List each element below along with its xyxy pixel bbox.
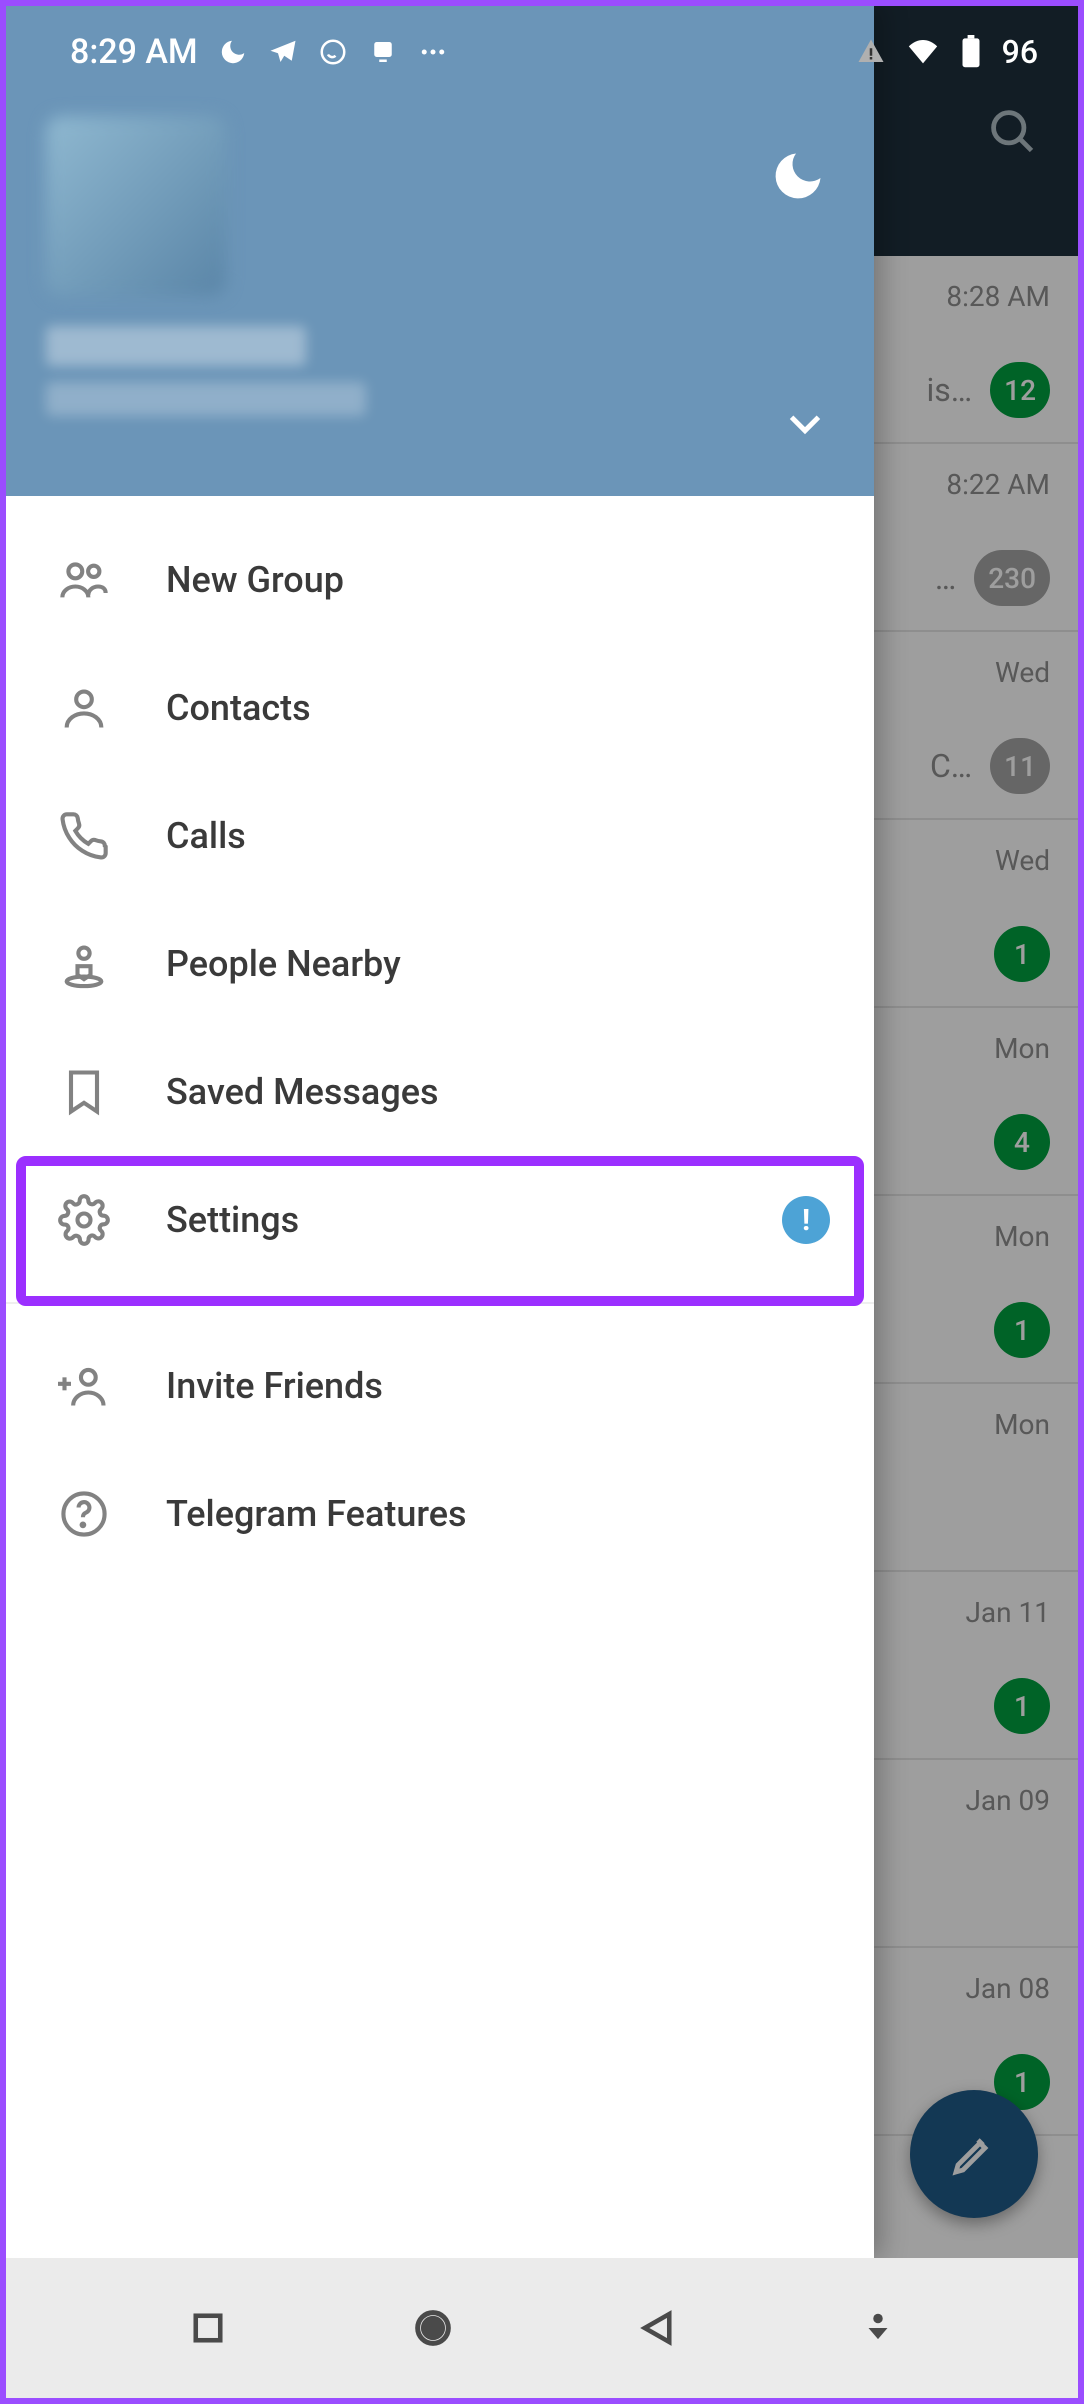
menu-label: Settings (166, 1199, 299, 1241)
menu-label: People Nearby (166, 943, 401, 985)
system-nav-bar (6, 2258, 1078, 2398)
menu-people-nearby[interactable]: People Nearby (6, 900, 874, 1028)
status-bar: 8:29 AM 96 (6, 6, 1078, 98)
help-icon (58, 1488, 110, 1540)
menu-settings[interactable]: Settings ! (6, 1156, 874, 1284)
moon-icon (218, 37, 248, 67)
warning-icon (856, 37, 886, 67)
chevron-down-icon[interactable] (782, 400, 828, 446)
avatar[interactable] (46, 116, 226, 296)
gear-icon (58, 1194, 110, 1246)
drawer-menu: New Group Contacts Calls People Nearby (6, 496, 874, 2258)
battery-icon (960, 35, 982, 69)
phone-icon (58, 810, 110, 862)
people-nearby-icon (58, 938, 110, 990)
telegram-icon (268, 37, 298, 67)
menu-label: Contacts (166, 687, 311, 729)
menu-contacts[interactable]: Contacts (6, 644, 874, 772)
nav-recents-button[interactable] (187, 2307, 229, 2349)
user-phone (46, 382, 366, 416)
nav-home-button[interactable] (410, 2305, 456, 2351)
add-person-icon (58, 1360, 110, 1412)
wifi-icon (906, 35, 940, 69)
night-mode-icon[interactable] (768, 146, 828, 206)
menu-label: Invite Friends (166, 1365, 383, 1407)
menu-label: Telegram Features (166, 1493, 467, 1535)
person-icon (58, 682, 110, 734)
notification-icon (368, 37, 398, 67)
navigation-drawer: New Group Contacts Calls People Nearby (6, 6, 874, 2258)
menu-label: Calls (166, 815, 246, 857)
group-icon (58, 554, 110, 606)
menu-invite-friends[interactable]: Invite Friends (6, 1322, 874, 1450)
menu-new-group[interactable]: New Group (6, 516, 874, 644)
menu-telegram-features[interactable]: Telegram Features (6, 1450, 874, 1578)
bookmark-icon (58, 1066, 110, 1118)
nav-back-button[interactable] (636, 2307, 678, 2349)
menu-separator (6, 1302, 874, 1304)
menu-saved-messages[interactable]: Saved Messages (6, 1028, 874, 1156)
menu-calls[interactable]: Calls (6, 772, 874, 900)
menu-label: Saved Messages (166, 1071, 439, 1113)
whatsapp-icon (318, 37, 348, 67)
nav-ime-button[interactable] (859, 2309, 897, 2347)
menu-label: New Group (166, 559, 344, 601)
battery-level: 96 (1002, 33, 1038, 71)
status-time: 8:29 AM (70, 32, 198, 72)
more-icon (418, 37, 448, 67)
user-name (46, 326, 306, 366)
settings-alert-badge: ! (782, 1196, 830, 1244)
